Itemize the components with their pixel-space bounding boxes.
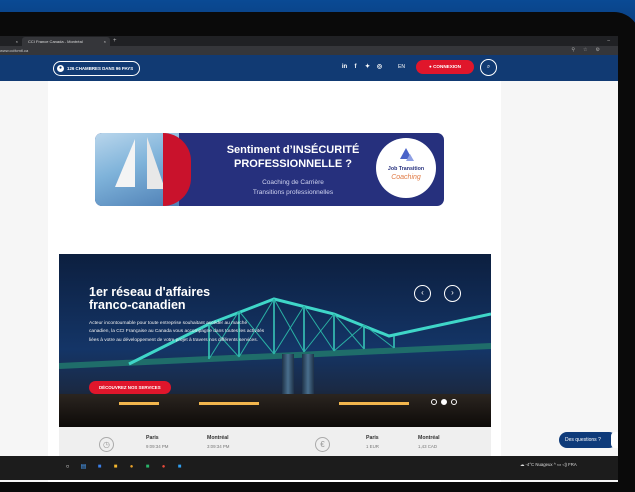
discover-services-button[interactable]: DÉCOUVREZ NOS SERVICES <box>89 381 171 394</box>
carousel-next-button[interactable]: › <box>444 285 461 302</box>
ad-banner[interactable]: Sentiment d’INSÉCURITÉ PROFESSIONNELLE ?… <box>95 133 444 206</box>
chevron-right-icon: › <box>451 288 454 297</box>
currency-city: Montréal <box>418 435 440 441</box>
hero-carousel: 1er réseau d'affaires franco-canadien Ac… <box>59 254 491 427</box>
tab-title: CCI France Canada - Montréal <box>28 39 83 44</box>
chat-avatar-edge <box>611 432 618 448</box>
browser-tab-previous[interactable]: × <box>0 37 22 46</box>
carousel-dot[interactable] <box>451 399 457 405</box>
city-lights <box>119 402 159 405</box>
laptop-bezel: × CCI France Canada - Montréal × + – www… <box>0 12 635 492</box>
site-header: ● 126 CHAMBRES DANS 96 PAYS in f ✦ ◎ EN ●… <box>0 55 618 81</box>
currency-value: 1,43 CAD <box>418 444 438 449</box>
chrome-icon[interactable]: ● <box>160 464 167 471</box>
time-city: Montréal <box>207 435 229 441</box>
banner-red-shape <box>163 133 191 206</box>
time-value: 9:09:34 PM <box>146 444 169 449</box>
search-button[interactable]: ⌕ <box>480 59 497 76</box>
screen: × CCI France Canada - Montréal × + – www… <box>0 36 618 482</box>
folder-icon[interactable]: ■ <box>112 464 119 471</box>
facebook-icon[interactable]: f <box>352 63 359 71</box>
banner-subtitle-line: Transitions professionnelles <box>252 189 334 196</box>
task-view-icon[interactable]: ▤ <box>80 464 87 471</box>
time-city: Paris <box>146 435 159 441</box>
instagram-icon[interactable]: ◎ <box>376 63 383 71</box>
mail-icon[interactable]: ■ <box>96 464 103 471</box>
city-lights <box>199 402 259 405</box>
weather-text: -4°C Nuageux <box>525 462 553 467</box>
logo-triangle <box>406 154 414 161</box>
weather-widget[interactable]: ☁ -4°C Nuageux ^ ▭ ◁) FRA <box>520 461 577 468</box>
search-icon: ⌕ <box>486 64 491 70</box>
cloud-icon: ☁ <box>520 462 525 467</box>
globe-icon: ● <box>57 65 64 73</box>
user-icon: ● <box>429 64 432 69</box>
logo-text: Job Transition <box>387 166 425 172</box>
tray-icons[interactable]: ^ ▭ ◁) <box>554 462 567 467</box>
browser-tab-active[interactable]: CCI France Canada - Montréal × <box>22 37 110 46</box>
chambers-network-button[interactable]: ● 126 CHAMBRES DANS 96 PAYS <box>53 61 141 76</box>
browser-tab-bar: × CCI France Canada - Montréal × + – <box>0 36 618 46</box>
currency-city: Paris <box>366 435 379 441</box>
input-language[interactable]: FRA <box>568 462 577 467</box>
hero-description: Acteur incontournable pour toute entrepr… <box>89 321 265 343</box>
banner-subtitle-line: Coaching de Carrière <box>262 179 324 186</box>
job-transition-logo: Job Transition Coaching <box>376 138 436 198</box>
chat-button[interactable]: Des questions ? <box>559 432 617 448</box>
euro-icon: € <box>315 437 330 452</box>
address-bar[interactable]: www.ccifcmtl.ca ⚲☆⚙ <box>0 46 618 55</box>
hero-title: 1er réseau d'affaires franco-canadien <box>89 286 279 312</box>
carousel-dot[interactable] <box>431 399 437 405</box>
currency-value: 1 EUR <box>366 444 379 449</box>
carousel-dot-active[interactable] <box>441 399 447 405</box>
banner-title-line: PROFESSIONNELLE ? <box>234 158 352 170</box>
clock-icon: ◷ <box>99 437 114 452</box>
login-label: CONNEXION <box>433 64 461 69</box>
banner-title: Sentiment d’INSÉCURITÉ PROFESSIONNELLE ? <box>195 143 391 171</box>
new-tab-button[interactable]: + <box>113 36 117 46</box>
banner-subtitle: Coaching de Carrière Transitions profess… <box>195 178 391 198</box>
chambers-label: 126 CHAMBRES DANS 96 PAYS <box>67 66 134 71</box>
hero-title-line: franco-canadien <box>89 298 186 312</box>
bridge-deck <box>59 343 491 369</box>
url-text[interactable]: www.ccifcmtl.ca <box>0 46 28 55</box>
language-switch[interactable]: EN <box>398 63 405 71</box>
city-lights <box>339 402 409 405</box>
minimize-button[interactable]: – <box>607 36 610 46</box>
chevron-left-icon: ‹ <box>421 288 424 297</box>
taskbar: ○ ▤ ■ ■ ● ■ ● ■ ☁ -4°C Nuageux ^ ▭ ◁) FR… <box>0 456 618 480</box>
logo-text: Coaching <box>391 174 421 181</box>
page-content: Sentiment d’INSÉCURITÉ PROFESSIONNELLE ?… <box>48 81 501 482</box>
search-icon[interactable]: ○ <box>64 464 71 471</box>
banner-title-line: Sentiment d’INSÉCURITÉ <box>226 144 360 156</box>
browser-toolbar-icons[interactable]: ⚲☆⚙ <box>571 46 608 55</box>
login-button[interactable]: ● CONNEXION <box>416 60 474 74</box>
carousel-prev-button[interactable]: ‹ <box>414 285 431 302</box>
linkedin-icon[interactable]: in <box>341 63 348 71</box>
time-value: 3:09:34 PM <box>207 444 230 449</box>
app-icon[interactable]: ● <box>128 464 135 471</box>
edge-icon[interactable]: ■ <box>176 464 183 471</box>
close-icon[interactable]: × <box>16 37 18 46</box>
close-icon[interactable]: × <box>104 37 106 46</box>
city-skyline <box>59 394 491 427</box>
sail-shape <box>115 139 135 187</box>
twitter-icon[interactable]: ✦ <box>364 63 371 71</box>
app-icon[interactable]: ■ <box>144 464 151 471</box>
